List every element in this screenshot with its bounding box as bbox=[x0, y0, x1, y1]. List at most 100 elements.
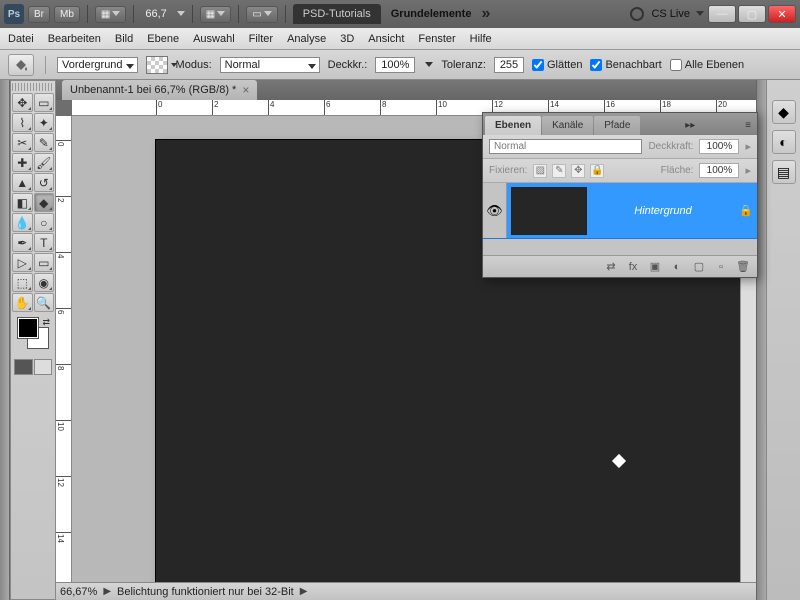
quickmask-mode-icon[interactable] bbox=[34, 359, 53, 375]
zoom-level-display[interactable]: 66,7 bbox=[141, 8, 170, 20]
3d-camera-tool[interactable]: ◉ bbox=[34, 273, 55, 292]
toolbox-grip[interactable] bbox=[12, 83, 54, 91]
healing-tool[interactable]: ✚ bbox=[12, 153, 33, 172]
panel-menu-icon[interactable]: ≡ bbox=[739, 116, 757, 135]
3d-tool[interactable]: ⬚ bbox=[12, 273, 33, 292]
menu-3d[interactable]: 3D bbox=[340, 33, 354, 45]
eyedropper-tool[interactable]: ✎ bbox=[34, 133, 55, 152]
fill-source-dropdown[interactable]: Vordergrund bbox=[57, 57, 138, 73]
marquee-tool[interactable]: ▭ bbox=[34, 93, 55, 112]
adjustment-layer-icon[interactable]: ◐ bbox=[669, 260, 685, 274]
options-bar: Vordergrund Modus: Normal Deckkr.: 100% … bbox=[0, 50, 800, 80]
layer-blend-mode-dropdown[interactable]: Normal bbox=[489, 139, 642, 154]
dodge-tool[interactable]: ○ bbox=[34, 213, 55, 232]
brush-tool[interactable]: 🖌 bbox=[34, 153, 55, 172]
history-brush-tool[interactable]: ↺ bbox=[34, 173, 55, 192]
lock-pixels-icon[interactable]: ✎ bbox=[552, 164, 566, 178]
left-dock-strip[interactable] bbox=[0, 80, 10, 600]
menu-analyse[interactable]: Analyse bbox=[287, 33, 326, 45]
panel-collapse-icon[interactable]: ▸▸ bbox=[679, 116, 701, 135]
window-minimize-button[interactable]: — bbox=[708, 5, 736, 23]
lock-transparency-icon[interactable]: ▨ bbox=[533, 164, 547, 178]
tab-ebenen[interactable]: Ebenen bbox=[485, 116, 541, 135]
layer-row[interactable]: 👁 Hintergrund 🔒 bbox=[483, 183, 757, 239]
menu-bild[interactable]: Bild bbox=[115, 33, 133, 45]
layer-fill-input[interactable]: 100% bbox=[699, 163, 739, 178]
eraser-tool[interactable]: ◧ bbox=[12, 193, 33, 212]
swap-colors-icon[interactable]: ⇄ bbox=[42, 317, 50, 328]
view-extras-button[interactable]: ▦ bbox=[95, 6, 126, 23]
tolerance-input[interactable]: 255 bbox=[494, 57, 524, 73]
menu-ebene[interactable]: Ebene bbox=[147, 33, 179, 45]
menu-hilfe[interactable]: Hilfe bbox=[470, 33, 492, 45]
lasso-tool[interactable]: ⌇ bbox=[12, 113, 33, 132]
tolerance-label: Toleranz: bbox=[441, 59, 486, 71]
layer-list: 👁 Hintergrund 🔒 bbox=[483, 183, 757, 255]
lock-position-icon[interactable]: ✥ bbox=[571, 164, 585, 178]
standard-mode-icon[interactable] bbox=[14, 359, 33, 375]
menu-ansicht[interactable]: Ansicht bbox=[368, 33, 404, 45]
hand-tool[interactable]: ✋ bbox=[12, 293, 33, 312]
layer-fx-icon[interactable]: fx bbox=[625, 260, 641, 274]
contiguous-checkbox[interactable]: Benachbart bbox=[590, 59, 661, 71]
link-layers-icon[interactable]: ⇄ bbox=[603, 260, 619, 274]
fill-label: Fläche: bbox=[661, 165, 694, 176]
paintbucket-tool-icon[interactable] bbox=[8, 54, 34, 76]
path-select-tool[interactable]: ▷ bbox=[12, 253, 33, 272]
layers-panel-icon[interactable]: ▤ bbox=[772, 160, 796, 184]
layer-lock-icon[interactable]: 🔒 bbox=[735, 204, 757, 217]
workspace-tab[interactable]: Grundelemente bbox=[385, 8, 478, 20]
blur-tool[interactable]: 💧 bbox=[12, 213, 33, 232]
layer-mask-icon[interactable]: ▣ bbox=[647, 260, 663, 274]
workspace-more-icon[interactable]: » bbox=[481, 5, 490, 23]
layer-thumbnail[interactable] bbox=[511, 187, 587, 235]
type-tool[interactable]: T bbox=[34, 233, 55, 252]
layer-name[interactable]: Hintergrund bbox=[591, 205, 735, 217]
new-layer-icon[interactable]: ▫ bbox=[713, 260, 729, 274]
pattern-swatch[interactable] bbox=[146, 56, 168, 74]
ruler-vertical[interactable]: 0 2 4 6 8 10 12 14 bbox=[56, 116, 72, 582]
opacity-input[interactable]: 100% bbox=[375, 57, 415, 73]
shape-tool[interactable]: ▭ bbox=[34, 253, 55, 272]
paintbucket-tool[interactable]: ◆ bbox=[34, 193, 55, 212]
status-menu-icon[interactable]: ▶ bbox=[300, 586, 308, 597]
document-tab[interactable]: Unbenannt-1 bei 66,7% (RGB/8) * × bbox=[62, 80, 257, 100]
minibridge-button[interactable]: Mb bbox=[54, 6, 80, 23]
status-arrow-icon[interactable]: ▶ bbox=[103, 586, 111, 597]
cslive-label[interactable]: CS Live bbox=[651, 8, 690, 20]
layer-opacity-label: Deckkraft: bbox=[648, 141, 693, 152]
color-panel-icon[interactable]: ◆ bbox=[772, 100, 796, 124]
blend-mode-dropdown[interactable]: Normal bbox=[220, 57, 320, 73]
window-maximize-button[interactable]: ▢ bbox=[738, 5, 766, 23]
tab-kanaele[interactable]: Kanäle bbox=[542, 116, 593, 135]
move-tool[interactable]: ✥ bbox=[12, 93, 33, 112]
antialias-checkbox[interactable]: Glätten bbox=[532, 59, 582, 71]
zoom-tool[interactable]: 🔍 bbox=[34, 293, 55, 312]
layer-visibility-icon[interactable]: 👁 bbox=[483, 183, 507, 238]
menu-auswahl[interactable]: Auswahl bbox=[193, 33, 235, 45]
foreground-color-swatch[interactable] bbox=[17, 317, 39, 339]
arrange-docs-button[interactable]: ▦ bbox=[200, 6, 231, 23]
menu-datei[interactable]: Datei bbox=[8, 33, 34, 45]
all-layers-checkbox[interactable]: Alle Ebenen bbox=[670, 59, 744, 71]
close-tab-icon[interactable]: × bbox=[242, 83, 249, 97]
menu-bearbeiten[interactable]: Bearbeiten bbox=[48, 33, 101, 45]
menu-filter[interactable]: Filter bbox=[249, 33, 273, 45]
magic-wand-tool[interactable]: ✦ bbox=[34, 113, 55, 132]
tab-pfade[interactable]: Pfade bbox=[594, 116, 640, 135]
bridge-button[interactable]: Br bbox=[28, 6, 50, 23]
pen-tool[interactable]: ✒ bbox=[12, 233, 33, 252]
delete-layer-icon[interactable]: 🗑 bbox=[735, 260, 751, 274]
window-close-button[interactable]: ✕ bbox=[768, 5, 796, 23]
status-zoom[interactable]: 66,67% bbox=[60, 586, 97, 598]
screenmode-button[interactable]: ▭ bbox=[246, 6, 277, 23]
crop-tool[interactable]: ✂ bbox=[12, 133, 33, 152]
lock-all-icon[interactable]: 🔒 bbox=[590, 164, 604, 178]
layer-opacity-input[interactable]: 100% bbox=[699, 139, 739, 154]
workspace-tab-active[interactable]: PSD-Tutorials bbox=[293, 4, 381, 24]
color-swatches[interactable]: ⇄ bbox=[14, 317, 52, 353]
stamp-tool[interactable]: ▲ bbox=[12, 173, 33, 192]
adjustments-panel-icon[interactable]: ◐ bbox=[772, 130, 796, 154]
menu-fenster[interactable]: Fenster bbox=[418, 33, 455, 45]
layer-group-icon[interactable]: ▢ bbox=[691, 260, 707, 274]
